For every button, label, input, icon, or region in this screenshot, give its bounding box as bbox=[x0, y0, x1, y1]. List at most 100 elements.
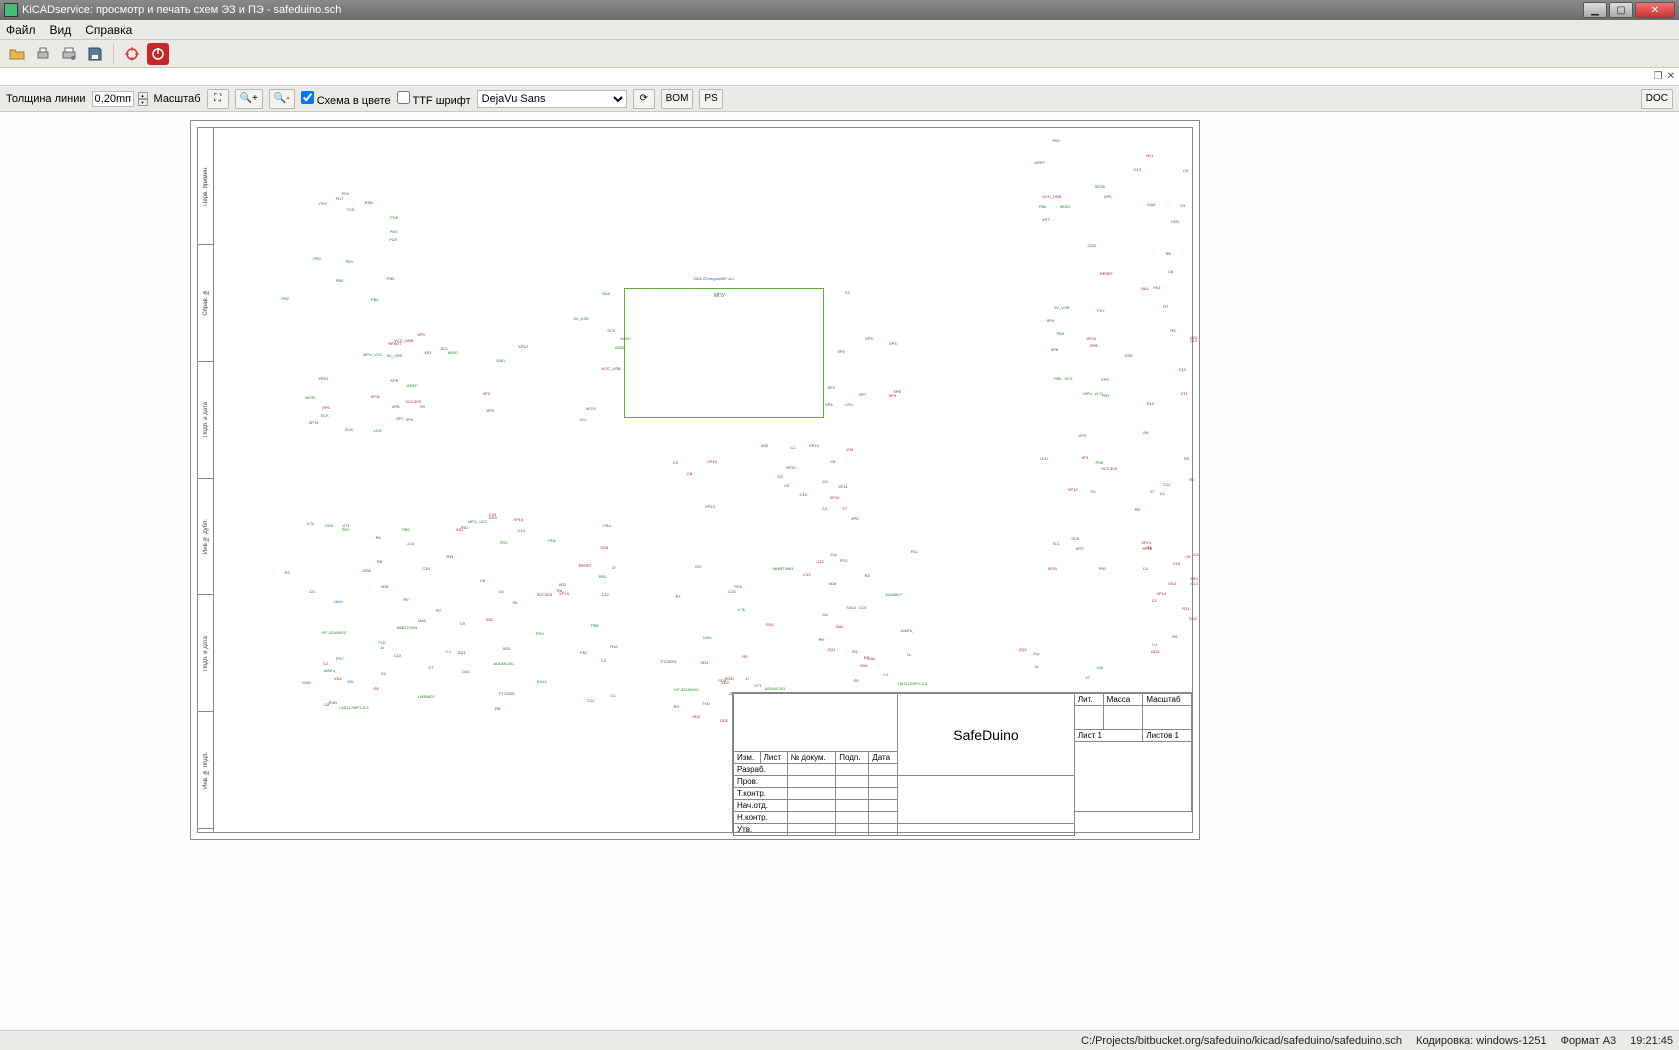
net-label: TXD bbox=[347, 207, 355, 212]
net-label: PB2 bbox=[281, 296, 289, 301]
net-label: XP8 bbox=[392, 404, 400, 409]
net-label: R7 bbox=[676, 594, 681, 599]
net-label: 1k bbox=[1034, 664, 1038, 669]
net-label: DA2 bbox=[868, 656, 876, 661]
net-label: MISO bbox=[1060, 204, 1070, 209]
color-scheme-checkbox[interactable]: Схема в цвете bbox=[301, 91, 391, 107]
net-label: 10k bbox=[347, 679, 353, 684]
net-label: R7 bbox=[436, 608, 441, 613]
net-label: R9 bbox=[1172, 634, 1177, 639]
menu-file[interactable]: Файл bbox=[6, 23, 36, 37]
net-label: R2 bbox=[865, 573, 870, 578]
target-icon[interactable] bbox=[121, 43, 143, 65]
net-label: PB2 bbox=[461, 525, 469, 530]
net-label: PB0 bbox=[336, 278, 344, 283]
net-label: PD6 bbox=[548, 538, 556, 543]
net-label: LED bbox=[1040, 456, 1048, 461]
net-label: XP10 bbox=[786, 465, 796, 470]
net-label: MPU_VCC bbox=[468, 519, 488, 524]
net-label: VD2 bbox=[1190, 335, 1198, 340]
net-label: 4,7k bbox=[307, 521, 315, 526]
net-label: SCK bbox=[607, 328, 615, 333]
panel-close-icon[interactable]: ✕ bbox=[1667, 71, 1675, 82]
net-label: PD4 bbox=[536, 631, 544, 636]
line-width-spinner[interactable]: ▲▼ bbox=[138, 92, 148, 106]
net-label: C2 bbox=[673, 460, 678, 465]
net-label: MISO bbox=[620, 336, 630, 341]
net-label: C4 bbox=[823, 479, 828, 484]
net-label: 22p bbox=[830, 552, 837, 557]
net-label: TXD bbox=[702, 701, 710, 706]
net-label: R4 bbox=[1143, 430, 1148, 435]
net-label: GND bbox=[1087, 243, 1096, 248]
net-label: PD7 bbox=[336, 656, 344, 661]
ttf-font-checkbox[interactable]: TTF шрифт bbox=[397, 91, 471, 107]
net-label: XS1 bbox=[846, 447, 854, 452]
schematic-canvas[interactable]: Перв. примен. Справ. № Подп. и дата Инв.… bbox=[0, 112, 1679, 1030]
net-label: C11 bbox=[1163, 482, 1170, 487]
net-label: LED bbox=[845, 402, 853, 407]
net-label: XP9 bbox=[1101, 377, 1109, 382]
font-family-select[interactable]: DejaVu Sans bbox=[477, 90, 627, 108]
net-label: 47 bbox=[745, 676, 749, 681]
net-label: PD5 bbox=[390, 215, 398, 220]
save-icon[interactable] bbox=[84, 43, 106, 65]
net-label: XP2 bbox=[837, 349, 845, 354]
net-label: SS14 bbox=[846, 605, 856, 610]
net-label: VD5 bbox=[381, 584, 389, 589]
net-label: R4 bbox=[852, 649, 857, 654]
net-label: 10k bbox=[822, 612, 828, 617]
net-label: LM1117MPX-3.3 bbox=[898, 681, 927, 686]
net-label: C12 bbox=[602, 592, 609, 597]
zoom-out-icon[interactable]: 🔍- bbox=[269, 89, 295, 109]
net-label: C6 bbox=[480, 578, 485, 583]
close-button[interactable]: ✕ bbox=[1635, 2, 1675, 18]
net-label: RXD bbox=[365, 200, 373, 205]
net-label: MMBT3904 bbox=[773, 566, 794, 571]
refresh-icon[interactable]: ⟳ bbox=[633, 89, 655, 109]
net-label: C4 bbox=[381, 671, 386, 676]
line-width-input[interactable] bbox=[92, 91, 134, 107]
net-label: RESET bbox=[579, 563, 592, 568]
net-label: AREF bbox=[407, 383, 418, 388]
net-label: DA1 bbox=[462, 669, 470, 674]
mcu-core-label: МПУ bbox=[714, 293, 725, 299]
maximize-button[interactable]: ▢ bbox=[1609, 2, 1633, 18]
net-label: PB1 bbox=[1053, 138, 1061, 143]
net-label: R11 bbox=[911, 549, 918, 554]
net-label: FT232RL bbox=[661, 659, 678, 664]
print-icon[interactable] bbox=[32, 43, 54, 65]
net-label: XP11 bbox=[1048, 566, 1058, 571]
net-label: 4,7k bbox=[737, 607, 745, 612]
net-label: LM358DT bbox=[418, 694, 436, 699]
printer-setup-icon[interactable] bbox=[58, 43, 80, 65]
net-label: 0,1 bbox=[883, 672, 889, 677]
net-label: DA2 bbox=[418, 618, 426, 623]
net-label: FT232RL bbox=[499, 691, 516, 696]
net-label: C11 bbox=[587, 698, 594, 703]
open-icon[interactable] bbox=[6, 43, 28, 65]
ps-button[interactable]: PS bbox=[699, 89, 722, 109]
net-label: PB1 bbox=[346, 259, 354, 264]
power-icon[interactable] bbox=[147, 43, 169, 65]
bom-button[interactable]: BOM bbox=[661, 89, 694, 109]
net-label: C1 bbox=[790, 445, 795, 450]
menu-help[interactable]: Справка bbox=[85, 23, 132, 37]
mcu-symbol bbox=[624, 288, 824, 418]
net-label: R3 bbox=[285, 570, 290, 575]
panel-restore-icon[interactable]: ❐ bbox=[1654, 71, 1663, 82]
net-label: MOSI bbox=[586, 406, 596, 411]
net-label: XP7 bbox=[859, 392, 867, 397]
minimize-button[interactable]: ▁ bbox=[1583, 2, 1607, 18]
zoom-fit-icon[interactable]: ⛶ bbox=[207, 89, 229, 109]
net-label: XP12 bbox=[1068, 487, 1078, 492]
menu-view[interactable]: Вид bbox=[50, 23, 72, 37]
net-label: 0,1 bbox=[1152, 642, 1158, 647]
net-label: XP13 bbox=[705, 504, 715, 509]
zoom-in-icon[interactable]: 🔍+ bbox=[235, 89, 263, 109]
net-label: KP-3216MGC bbox=[674, 687, 699, 692]
net-label: R11 bbox=[1182, 606, 1189, 611]
doc-button[interactable]: DOC bbox=[1641, 89, 1673, 109]
net-label: XS2 bbox=[761, 443, 769, 448]
net-label: PB5 bbox=[1039, 204, 1047, 209]
